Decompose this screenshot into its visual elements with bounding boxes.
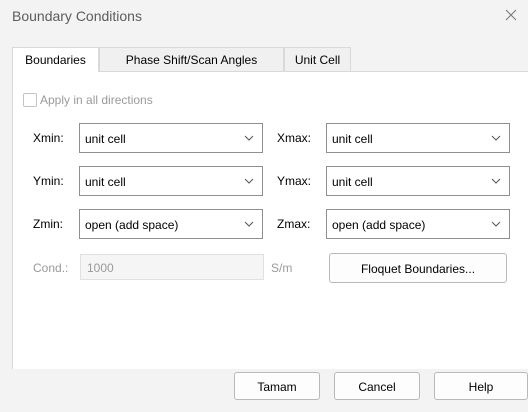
- cond-value: 1000: [87, 261, 114, 275]
- apply-all-directions-label: Apply in all directions: [40, 93, 153, 107]
- zmin-select[interactable]: open (add space): [79, 209, 263, 239]
- xmin-value: unit cell: [85, 132, 126, 146]
- chevron-down-icon: [491, 135, 501, 141]
- tab-phase-shift-scan-angles[interactable]: Phase Shift/Scan Angles: [99, 47, 284, 71]
- xmin-select[interactable]: unit cell: [79, 123, 263, 153]
- window-title: Boundary Conditions: [12, 8, 142, 24]
- chevron-down-icon: [244, 221, 254, 227]
- cond-input[interactable]: 1000: [80, 254, 264, 280]
- chevron-down-icon: [491, 178, 501, 184]
- floquet-boundaries-button[interactable]: Floquet Boundaries...: [329, 253, 507, 283]
- ymin-select[interactable]: unit cell: [79, 166, 263, 196]
- checkbox-box[interactable]: [23, 93, 37, 107]
- xmax-label: Xmax:: [277, 131, 312, 145]
- help-button[interactable]: Help: [434, 372, 528, 400]
- chevron-down-icon: [244, 135, 254, 141]
- zmax-label: Zmax:: [277, 217, 311, 231]
- ymax-select[interactable]: unit cell: [326, 166, 510, 196]
- zmin-value: open (add space): [85, 218, 179, 232]
- ymin-label: Ymin:: [33, 174, 64, 188]
- tab-unit-cell[interactable]: Unit Cell: [284, 47, 351, 71]
- cond-label: Cond.:: [33, 261, 69, 275]
- ymax-value: unit cell: [332, 175, 373, 189]
- zmax-value: open (add space): [332, 218, 426, 232]
- chevron-down-icon: [491, 221, 501, 227]
- boundary-conditions-dialog: Boundary Conditions Boundaries Phase Shi…: [0, 0, 528, 412]
- cancel-button[interactable]: Cancel: [334, 372, 420, 400]
- close-icon: [505, 9, 517, 21]
- close-button[interactable]: [494, 0, 528, 34]
- chevron-down-icon: [244, 178, 254, 184]
- xmin-label: Xmin:: [33, 131, 64, 145]
- ymin-value: unit cell: [85, 175, 126, 189]
- tab-boundaries[interactable]: Boundaries: [12, 47, 99, 72]
- xmax-select[interactable]: unit cell: [326, 123, 510, 153]
- ymax-label: Ymax:: [277, 174, 312, 188]
- ok-button[interactable]: Tamam: [234, 372, 320, 400]
- cond-unit: S/m: [271, 261, 293, 275]
- zmin-label: Zmin:: [33, 217, 63, 231]
- zmax-select[interactable]: open (add space): [326, 209, 510, 239]
- xmax-value: unit cell: [332, 132, 373, 146]
- title-bar: Boundary Conditions: [0, 0, 528, 34]
